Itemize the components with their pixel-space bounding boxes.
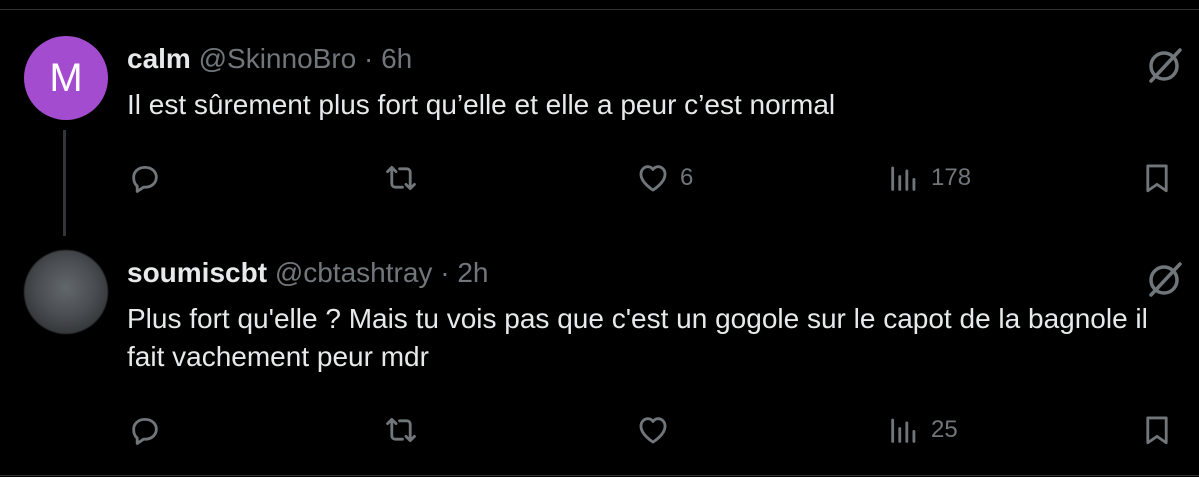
repost-icon — [386, 417, 416, 443]
repost-icon — [386, 165, 416, 191]
avatar[interactable]: M — [24, 36, 108, 120]
view-count: 25 — [931, 416, 958, 443]
repost-button[interactable] — [384, 158, 418, 198]
reply-icon — [132, 165, 158, 193]
tweet-text: Plus fort qu'elle ? Mais tu vois pas que… — [127, 303, 1148, 372]
tweet-header: soumiscbt @cbtashtray · 2h — [127, 256, 488, 290]
tweet[interactable]: M calm @SkinnoBro · 6h Il est sûrement p… — [0, 36, 1199, 236]
reply-button[interactable] — [128, 410, 162, 450]
display-name[interactable]: soumiscbt — [127, 257, 267, 288]
avatar[interactable] — [24, 250, 108, 334]
tweet[interactable]: soumiscbt @cbtashtray · 2h Plus fort qu'… — [0, 250, 1199, 470]
avatar-letter: M — [49, 55, 83, 100]
display-name[interactable]: calm — [127, 43, 191, 74]
views-icon — [891, 418, 916, 443]
views-button[interactable]: 178 — [887, 158, 971, 198]
user-handle[interactable]: @SkinnoBro — [199, 43, 357, 74]
reply-button[interactable] — [128, 158, 162, 198]
tweet-actions: 6 178 — [0, 158, 1199, 198]
bookmark-icon — [1146, 164, 1168, 193]
timestamp[interactable]: 6h — [381, 43, 412, 74]
tweet-actions: 25 — [0, 410, 1199, 450]
views-button[interactable]: 25 — [887, 410, 958, 450]
view-count: 178 — [931, 164, 972, 191]
heart-icon — [639, 417, 667, 444]
bottom-divider — [0, 475, 1199, 476]
like-count: 6 — [680, 164, 694, 191]
grok-icon[interactable] — [1144, 44, 1186, 86]
repost-button[interactable] — [384, 410, 418, 450]
like-button[interactable]: 6 — [636, 158, 693, 198]
bookmark-icon — [1146, 416, 1168, 445]
views-icon — [891, 166, 916, 191]
like-button[interactable] — [636, 410, 680, 450]
separator-dot: · — [364, 43, 374, 74]
user-handle[interactable]: @cbtashtray — [275, 257, 433, 288]
separator-dot: · — [440, 257, 450, 288]
bookmark-button[interactable] — [1140, 158, 1174, 198]
grok-icon[interactable] — [1144, 258, 1186, 300]
reply-icon — [132, 417, 158, 445]
timestamp[interactable]: 2h — [457, 257, 488, 288]
heart-icon — [639, 165, 667, 192]
tweet-header: calm @SkinnoBro · 6h — [127, 42, 412, 76]
tweet-text: Il est sûrement plus fort qu’elle et ell… — [127, 89, 836, 120]
top-divider — [0, 9, 1199, 10]
bookmark-button[interactable] — [1140, 410, 1174, 450]
